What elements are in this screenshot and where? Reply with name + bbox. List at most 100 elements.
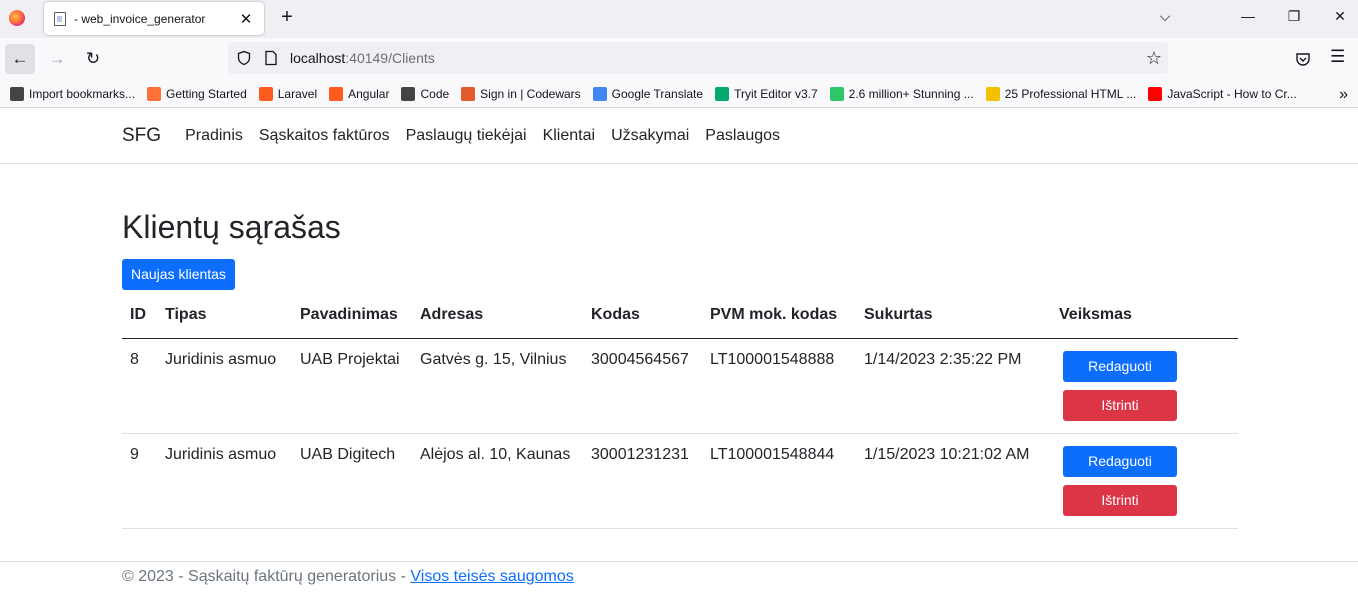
bookmark-label: Tryit Editor v3.7 <box>734 86 818 101</box>
bookmark-label: Code <box>420 86 450 101</box>
bookmark-label: Angular <box>348 86 390 101</box>
header-pvm: PVM mok. kodas <box>702 306 856 339</box>
cell-pvm: LT100001548888 <box>702 338 856 434</box>
bookmark-item[interactable]: Sign in | Codewars <box>461 86 581 101</box>
bookmark-item[interactable]: 2.6 million+ Stunning ... <box>829 86 974 101</box>
bookmarks-bar: Import bookmarks... Getting Started Larave… <box>0 80 1358 108</box>
edit-button[interactable]: Redaguoti <box>1063 350 1177 382</box>
cell-pavadinimas: UAB Digitech <box>292 433 412 529</box>
translate-icon <box>592 86 607 101</box>
pocket-icon[interactable] <box>1295 51 1311 67</box>
laravel-icon <box>258 86 273 101</box>
brand-link[interactable]: SFG <box>122 125 161 147</box>
page-title: Klientų sąrašas <box>122 209 341 245</box>
bookmark-item[interactable]: JavaScript - How to Cr... <box>1148 86 1297 101</box>
restore-icon[interactable]: ❐ <box>1284 8 1304 25</box>
header-sukurtas: Sukurtas <box>856 306 1051 339</box>
nav-link-saskaitos[interactable]: Sąskaitos faktūros <box>259 127 390 145</box>
header-kodas: Kodas <box>583 306 702 339</box>
reload-icon[interactable]: ↻ <box>78 44 108 74</box>
header-veiksmas: Veiksmas <box>1051 306 1238 339</box>
cell-adresas: Alėjos al. 10, Kaunas <box>412 433 583 529</box>
url-bar[interactable]: localhost:40149/Clients ☆ <box>228 42 1168 74</box>
header-adresas: Adresas <box>412 306 583 339</box>
cell-tipas: Juridinis asmuo <box>157 433 292 529</box>
cell-sukurtas: 1/14/2023 2:35:22 PM <box>856 338 1051 434</box>
browser-navbar: ← → ↻ localhost:40149/Clients ☆ ☰ <box>0 38 1358 80</box>
bookmark-item[interactable]: Google Translate <box>592 86 704 101</box>
app-navbar: SFG Pradinis Sąskaitos faktūros Paslaugų… <box>0 108 1358 164</box>
menu-icon[interactable]: ☰ <box>1330 47 1345 67</box>
bookmark-label: Getting Started <box>166 86 247 101</box>
browser-tabbar: - web_invoice_generator ✕ + ⌵ — ❐ ✕ <box>0 0 1358 38</box>
cell-kodas: 30001231231 <box>583 433 702 529</box>
forward-icon[interactable]: → <box>42 44 72 74</box>
new-client-button[interactable]: Naujas klientas <box>122 259 235 290</box>
url-text[interactable]: localhost:40149/Clients <box>290 50 435 66</box>
minimize-icon[interactable]: — <box>1238 8 1258 24</box>
bookmark-label: 25 Professional HTML ... <box>1004 86 1137 101</box>
more-bookmarks-icon[interactable]: » <box>1339 86 1348 104</box>
bookmark-item[interactable]: Angular <box>329 86 390 101</box>
delete-button[interactable]: Ištrinti <box>1063 389 1177 421</box>
main-content: Klientų sąrašas Naujas klientas ID Tipas… <box>0 164 1238 529</box>
bookmark-label: Import bookmarks... <box>29 86 136 101</box>
tab-title: - web_invoice_generator <box>74 11 206 26</box>
new-tab-icon[interactable]: + <box>276 6 298 29</box>
cell-sukurtas: 1/15/2023 10:21:02 AM <box>856 433 1051 529</box>
folder-icon <box>401 86 416 101</box>
youtube-icon <box>1148 86 1163 101</box>
bookmark-label: Sign in | Codewars <box>480 86 581 101</box>
cell-adresas: Gatvės g. 15, Vilnius <box>412 338 583 434</box>
list-tabs-icon[interactable]: ⌵ <box>1155 8 1175 25</box>
header-id: ID <box>122 306 157 339</box>
nav-link-paslaugos[interactable]: Paslaugos <box>705 127 780 145</box>
nav-link-tiekejai[interactable]: Paslaugų tiekėjai <box>406 127 527 145</box>
delete-button[interactable]: Ištrinti <box>1063 484 1177 516</box>
back-icon[interactable]: ← <box>5 44 35 74</box>
cell-id: 9 <box>122 433 157 529</box>
window-close-icon[interactable]: ✕ <box>1330 8 1350 25</box>
firefox-icon[interactable] <box>9 10 25 26</box>
header-tipas: Tipas <box>157 306 292 339</box>
bookmark-item[interactable]: Laravel <box>258 86 318 101</box>
sdr-icon <box>985 86 1000 101</box>
browser-tab[interactable]: - web_invoice_generator ✕ <box>44 2 264 35</box>
firefox-icon <box>147 86 162 101</box>
bookmark-star-icon[interactable]: ☆ <box>1146 48 1162 69</box>
bookmark-item[interactable]: Tryit Editor v3.7 <box>715 86 818 101</box>
cell-actions: Redaguoti Ištrinti <box>1051 338 1238 434</box>
clients-table: ID Tipas Pavadinimas Adresas Kodas PVM m… <box>122 306 1238 529</box>
w3-icon <box>715 86 730 101</box>
cell-kodas: 30004564567 <box>583 338 702 434</box>
table-row: 8 Juridinis asmuo UAB Projektai Gatvės g… <box>122 338 1238 434</box>
bookmark-item[interactable]: Import bookmarks... <box>10 86 136 101</box>
nav-link-klientai[interactable]: Klientai <box>543 127 595 145</box>
bookmark-item[interactable]: 25 Professional HTML ... <box>985 86 1137 101</box>
bookmark-item[interactable]: Getting Started <box>147 86 247 101</box>
nav-link-pradinis[interactable]: Pradinis <box>185 127 243 145</box>
page-info-icon[interactable] <box>264 50 278 66</box>
import-icon <box>10 86 24 101</box>
table-header-row: ID Tipas Pavadinimas Adresas Kodas PVM m… <box>122 306 1238 339</box>
nav-link-uzsakymai[interactable]: Užsakymai <box>611 127 689 145</box>
codewars-icon <box>461 86 476 101</box>
edit-button[interactable]: Redaguoti <box>1063 445 1177 477</box>
footer-link[interactable]: Visos teisės saugomos <box>410 568 573 585</box>
cell-actions: Redaguoti Ištrinti <box>1051 433 1238 529</box>
cell-tipas: Juridinis asmuo <box>157 338 292 434</box>
cell-pvm: LT100001548844 <box>702 433 856 529</box>
close-icon[interactable]: ✕ <box>238 10 254 28</box>
bookmark-label: Google Translate <box>611 86 704 101</box>
table-row: 9 Juridinis asmuo UAB Digitech Alėjos al… <box>122 433 1238 529</box>
shield-icon[interactable] <box>236 50 252 66</box>
page-icon <box>54 11 66 26</box>
bookmark-label: Laravel <box>277 86 318 101</box>
pixabay-icon <box>829 86 844 101</box>
footer: © 2023 - Sąskaitų faktūrų generatorius -… <box>0 561 1358 586</box>
cell-id: 8 <box>122 338 157 434</box>
bookmark-label: 2.6 million+ Stunning ... <box>848 86 974 101</box>
header-pavadinimas: Pavadinimas <box>292 306 412 339</box>
bookmark-item[interactable]: Code <box>401 86 450 101</box>
cell-pavadinimas: UAB Projektai <box>292 338 412 434</box>
